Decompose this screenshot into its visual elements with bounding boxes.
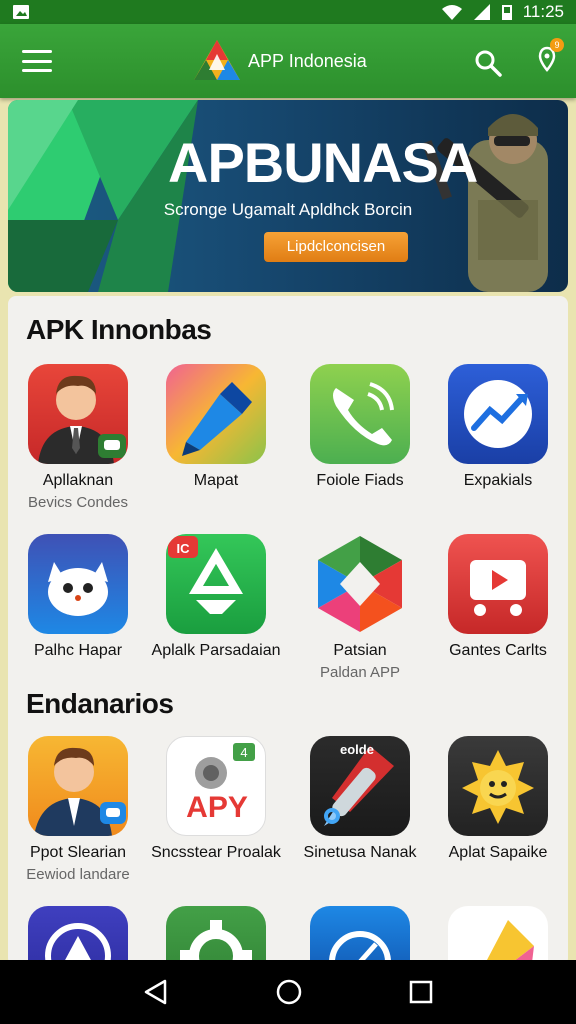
pen-nib-icon <box>166 364 266 464</box>
app-subtitle: Paldan APP <box>319 664 401 681</box>
brand: APP Indonesia <box>192 38 367 84</box>
app-tile-aplalk-parsadaian[interactable]: IC Aplalk Parsadaian <box>146 534 286 660</box>
app-name: Mapat <box>193 472 239 489</box>
recents-icon[interactable] <box>409 980 433 1004</box>
banner-subtitle: Scronge Ugamalt Apldhck Borcin <box>163 200 413 219</box>
syringe-icon: eolde <box>310 736 410 836</box>
colorful-hexagon-icon <box>310 534 410 634</box>
apy-badge-text: 4 <box>240 745 247 760</box>
video-cart-icon <box>448 534 548 634</box>
apy-icon: APY 4 <box>166 736 266 836</box>
app-tile-mapat[interactable]: Mapat <box>146 364 286 490</box>
speedometer-icon <box>310 906 410 966</box>
app-bar: APP Indonesia 9 <box>0 24 576 98</box>
app-tile-sncsstear-proalak[interactable]: APY 4 Sncsstear Proalak <box>146 736 286 862</box>
app-logo-icon <box>194 40 240 80</box>
app-tile-gantes-carlts[interactable]: Gantes Carlts <box>428 534 568 660</box>
phone-icon <box>310 364 410 464</box>
status-time: 11:25 <box>522 2 564 21</box>
apy-text: APY <box>186 791 248 824</box>
app-tile-sinetusa-nanak[interactable]: eolde Sinetusa Nanak <box>290 736 430 862</box>
app-tile-partial[interactable] <box>290 906 430 966</box>
app-tile-aplat-sapaike[interactable]: Aplat Sapaike <box>428 736 568 862</box>
app-name: Apllaknan <box>42 472 114 489</box>
banner-title: APBUNASA <box>168 131 478 194</box>
app-name: Patsian <box>333 642 387 659</box>
app-name: Foiole Fiads <box>316 472 404 489</box>
app-tile-partial[interactable] <box>428 906 568 966</box>
app-subtitle: Eewiod landare <box>26 866 130 883</box>
notification-badge: 9 <box>550 38 564 52</box>
app-tile-partial[interactable] <box>8 906 148 966</box>
app-list-card: APK Innonbas Apllaknan Bevics Condes Map… <box>8 296 568 966</box>
promo-banner[interactable]: APBUNASA Scronge Ugamalt Apldhck Borcin … <box>8 100 568 292</box>
app-subtitle: Bevics Condes <box>27 494 129 511</box>
businessman-chat-icon <box>28 736 128 836</box>
navigation-arrow-icon <box>28 906 128 966</box>
app-tile-foiole-fiads[interactable]: Foiole Fiads <box>290 364 430 490</box>
notification-button[interactable]: 9 <box>538 38 564 79</box>
app-title: APP Indonesia <box>248 50 367 71</box>
gear-icon <box>166 906 266 966</box>
app-name: Aplalk Parsadaian <box>151 642 281 659</box>
businessman-icon <box>28 364 128 464</box>
section-title-endanarios: Endanarios <box>26 688 174 719</box>
home-icon[interactable] <box>275 978 303 1006</box>
ic-badge-text: IC <box>177 541 191 556</box>
status-bar: 11:25 <box>0 0 576 24</box>
app-tile-palhc-hapar[interactable]: Palhc Hapar <box>8 534 148 660</box>
app-name: Gantes Carlts <box>449 642 547 659</box>
section-title-apk: APK Innonbas <box>26 314 212 345</box>
app-name: Ppot Slearian <box>29 844 127 861</box>
search-icon[interactable] <box>474 49 502 77</box>
app-tile-patsian[interactable]: Patsian Paldan APP <box>290 534 430 681</box>
app-name: Sncsstear Proalak <box>151 844 281 861</box>
app-name: Palhc Hapar <box>33 642 123 659</box>
app-name: Aplat Sapaike <box>448 844 548 861</box>
soldier-illustration <box>422 114 548 292</box>
app-tile-ppot-slearian[interactable]: Ppot Slearian Eewiod landare <box>8 736 148 883</box>
back-icon[interactable] <box>143 979 169 1005</box>
app-tile-partial[interactable] <box>146 906 286 966</box>
wifi-icon <box>441 5 462 20</box>
app-name: Sinetusa Nanak <box>303 844 417 861</box>
app-tile-apllaknan[interactable]: Apllaknan Bevics Condes <box>8 364 148 511</box>
banner-button[interactable]: Lipdclconcisen <box>264 232 408 262</box>
cat-icon <box>28 534 128 634</box>
image-notification-icon <box>13 5 29 19</box>
trend-chart-icon <box>448 364 548 464</box>
syringe-badge-text: eolde <box>340 742 374 757</box>
system-nav-bar <box>0 960 576 1024</box>
app-name: Expakials <box>463 472 533 489</box>
sun-face-icon <box>448 736 548 836</box>
recycle-icon: IC <box>166 534 266 634</box>
battery-icon <box>501 5 512 20</box>
app-tile-expakials[interactable]: Expakials <box>428 364 568 490</box>
colorful-shape-icon <box>448 906 548 966</box>
signal-icon <box>473 4 490 20</box>
menu-icon[interactable] <box>22 50 52 72</box>
